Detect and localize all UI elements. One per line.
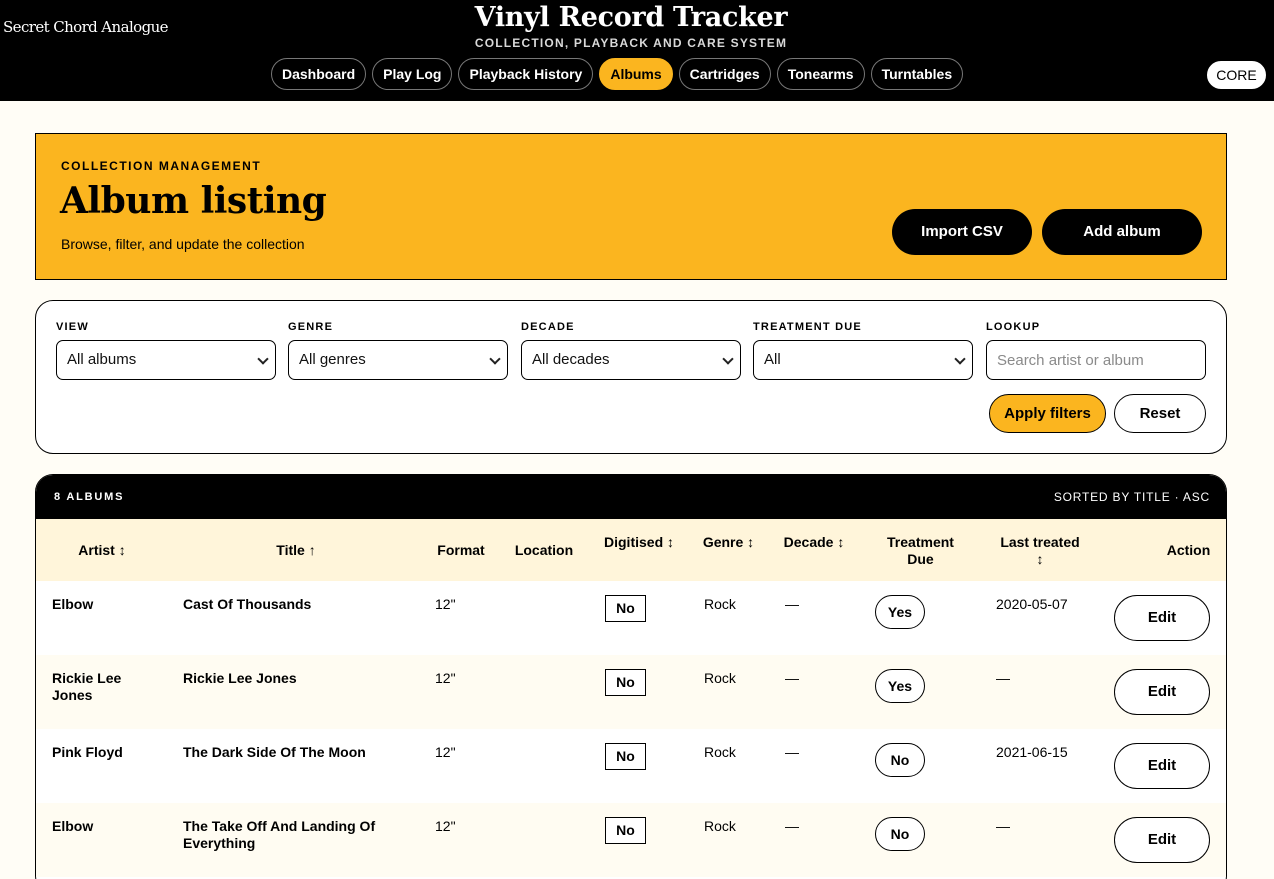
nav-tab-turntables[interactable]: Turntables (870, 58, 964, 90)
column-header-genre[interactable]: Genre ↕ (701, 534, 756, 551)
cell-last-treated: — (996, 818, 1010, 834)
app-title: Vinyl Record Tracker (474, 2, 788, 33)
album-count: 8 ALBUMS (54, 491, 125, 503)
app-subtitle: COLLECTION, PLAYBACK AND CARE SYSTEM (474, 36, 788, 50)
nav-tab-tonearms[interactable]: Tonearms (776, 58, 865, 90)
decade-select-value: All decades (532, 351, 610, 368)
cell-title: The Take Off And Landing Of Everything (183, 818, 376, 851)
nav-tab-play-log[interactable]: Play Log (372, 58, 453, 90)
column-header-title[interactable]: Title ↑ (266, 542, 326, 559)
top-bar: Secret Chord Analogue Vinyl Record Track… (0, 0, 1274, 101)
column-header-format: Format (437, 542, 485, 558)
cell-artist: Rickie Lee Jones (52, 670, 122, 703)
import-csv-button[interactable]: Import CSV (892, 209, 1032, 255)
table-row: Rickie Lee Jones Rickie Lee Jones 12" No… (36, 655, 1226, 729)
nav-tab-dashboard[interactable]: Dashboard (271, 58, 367, 90)
cell-decade: — (785, 744, 799, 760)
edit-button[interactable]: Edit (1114, 817, 1210, 863)
cell-genre: Rock (704, 818, 736, 834)
treatment-select-value: All (764, 351, 781, 368)
digitised-badge: No (605, 595, 646, 622)
cell-last-treated: 2020-05-07 (996, 596, 1068, 612)
chevron-down-icon (716, 341, 740, 379)
cell-decade: — (785, 670, 799, 686)
cell-title: Cast Of Thousands (183, 596, 312, 612)
cell-genre: Rock (704, 670, 736, 686)
cell-decade: — (785, 596, 799, 612)
treatment-due-badge: Yes (875, 669, 925, 703)
edit-button[interactable]: Edit (1114, 669, 1210, 715)
table-row: Elbow Cast Of Thousands 12" No Rock — Ye… (36, 581, 1226, 655)
core-button[interactable]: CORE (1206, 60, 1267, 90)
view-select-value: All albums (67, 351, 137, 368)
cell-artist: Elbow (52, 818, 94, 834)
cell-title: Rickie Lee Jones (183, 670, 297, 686)
digitised-badge: No (605, 817, 646, 844)
column-header-decade[interactable]: Decade ↕ (783, 534, 845, 551)
view-select[interactable]: All albums (56, 340, 276, 380)
column-header-action: Action (1166, 542, 1211, 558)
cell-format: 12" (435, 670, 456, 686)
edit-button[interactable]: Edit (1114, 595, 1210, 641)
cell-decade: — (785, 818, 799, 834)
cell-title: The Dark Side Of The Moon (183, 744, 366, 760)
main-nav: Dashboard Play Log Playback History Albu… (271, 58, 964, 90)
hero-kicker: COLLECTION MANAGEMENT (61, 159, 262, 173)
treatment-due-badge: Yes (875, 595, 925, 629)
nav-tab-playback-history[interactable]: Playback History (458, 58, 594, 90)
table-row: Elbow The Take Off And Landing Of Everyt… (36, 803, 1226, 877)
filter-treatment-label: TREATMENT DUE (753, 321, 862, 333)
albums-table-panel: 8 ALBUMS SORTED BY TITLE · ASC Artist ↕ … (35, 474, 1227, 879)
filter-decade: DECADE All decades (521, 321, 741, 380)
filter-genre: GENRE All genres (288, 321, 508, 380)
table-column-headers: Artist ↕ Title ↑ Format Location Digitis… (36, 519, 1226, 581)
cell-genre: Rock (704, 596, 736, 612)
digitised-badge: No (605, 743, 646, 770)
add-album-button[interactable]: Add album (1042, 209, 1202, 255)
column-header-last-treated[interactable]: Last treated ↕ (996, 534, 1084, 568)
search-input[interactable] (986, 340, 1206, 380)
page-title: Album listing (60, 180, 327, 222)
treatment-due-badge: No (875, 817, 925, 851)
nav-tab-cartridges[interactable]: Cartridges (678, 58, 771, 90)
cell-artist: Pink Floyd (52, 744, 123, 760)
cell-last-treated: — (996, 670, 1010, 686)
edit-button[interactable]: Edit (1114, 743, 1210, 789)
sort-indicator: SORTED BY TITLE · ASC (1053, 490, 1210, 504)
column-header-treatment-due: Treatment Due (887, 534, 954, 567)
table-row: Pink Floyd The Dark Side Of The Moon 12"… (36, 729, 1226, 803)
cell-artist: Elbow (52, 596, 94, 612)
genre-select-value: All genres (299, 351, 366, 368)
filter-treatment: TREATMENT DUE All (753, 321, 973, 380)
cell-format: 12" (435, 818, 456, 834)
filter-view: VIEW All albums (56, 321, 276, 380)
genre-select[interactable]: All genres (288, 340, 508, 380)
page-hero: COLLECTION MANAGEMENT Album listing Brow… (35, 133, 1227, 280)
decade-select[interactable]: All decades (521, 340, 741, 380)
filter-panel: VIEW All albums GENRE All genres DECADE … (35, 300, 1227, 454)
digitised-badge: No (605, 669, 646, 696)
column-header-location: Location (514, 542, 574, 558)
chevron-down-icon (948, 341, 972, 379)
chevron-down-icon (483, 341, 507, 379)
cell-last-treated: 2021-06-15 (996, 744, 1068, 760)
filter-lookup: LOOKUP (986, 321, 1206, 380)
filter-view-label: VIEW (56, 321, 89, 333)
treatment-select[interactable]: All (753, 340, 973, 380)
table-header-bar: 8 ALBUMS SORTED BY TITLE · ASC (36, 475, 1226, 519)
column-header-artist[interactable]: Artist ↕ (73, 542, 131, 559)
cell-format: 12" (435, 744, 456, 760)
cell-format: 12" (435, 596, 456, 612)
filter-decade-label: DECADE (521, 321, 575, 333)
filter-genre-label: GENRE (288, 321, 334, 333)
chevron-down-icon (251, 341, 275, 379)
nav-tab-albums[interactable]: Albums (599, 58, 673, 90)
column-header-digitised[interactable]: Digitised ↕ (604, 534, 674, 551)
treatment-due-badge: No (875, 743, 925, 777)
page-description: Browse, filter, and update the collectio… (61, 236, 305, 252)
cell-genre: Rock (704, 744, 736, 760)
apply-filters-button[interactable]: Apply filters (989, 394, 1106, 433)
filter-lookup-label: LOOKUP (986, 321, 1041, 333)
reset-button[interactable]: Reset (1114, 394, 1206, 433)
